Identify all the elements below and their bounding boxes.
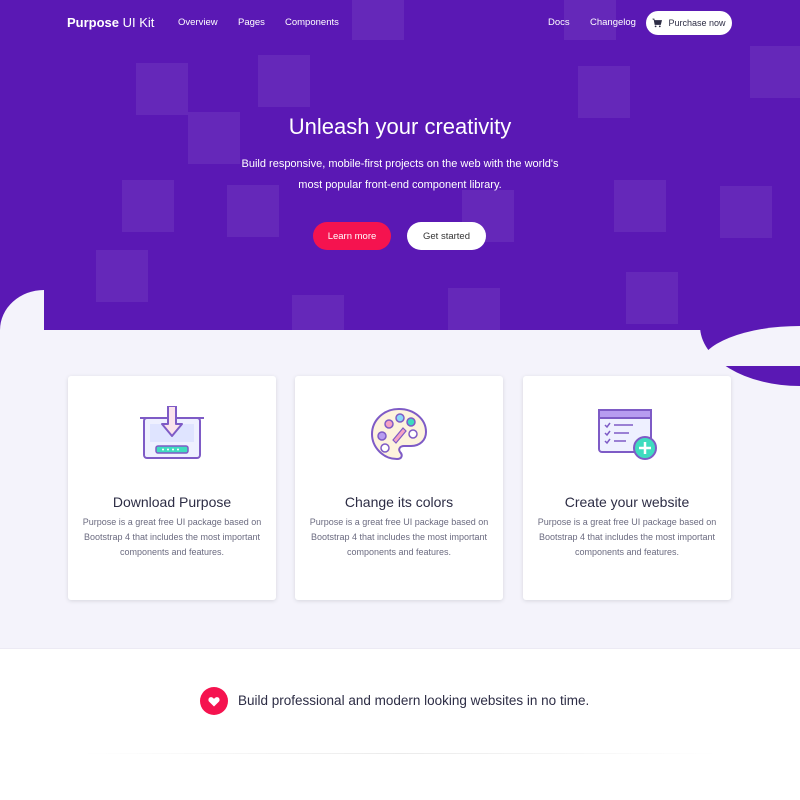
- feature-title: Change its colors: [344, 494, 454, 510]
- decorative-square: [448, 288, 500, 330]
- feature-card-website: Create your website Purpose is a great f…: [523, 376, 731, 600]
- decorative-square: [122, 180, 174, 232]
- hero-title: Unleash your creativity: [288, 114, 512, 139]
- callout-text: Build professional and modern looking we…: [238, 693, 590, 708]
- feature-card-download: Download Purpose Purpose is a great free…: [68, 376, 276, 600]
- purchase-button-label: Purchase now: [668, 18, 726, 28]
- callout-section: Build professional and modern looking we…: [0, 648, 800, 800]
- decorative-square: [578, 66, 630, 118]
- divider: [80, 753, 720, 754]
- nav-link-overview[interactable]: Overview: [178, 17, 218, 28]
- navbar: Purpose UI Kit Overview Pages Components…: [0, 0, 800, 46]
- cart-icon: [652, 18, 663, 28]
- decorative-square: [720, 186, 772, 238]
- feature-title: Create your website: [564, 494, 690, 510]
- get-started-button[interactable]: Get started: [407, 222, 486, 250]
- decorative-square: [136, 63, 188, 115]
- decorative-square: [96, 250, 148, 302]
- nav-link-pages[interactable]: Pages: [238, 17, 265, 28]
- feature-text: Purpose is a great free UI package based…: [309, 517, 489, 557]
- learn-more-button[interactable]: Learn more: [313, 222, 391, 250]
- brand-name: Purpose: [67, 15, 120, 30]
- nav-link-changelog[interactable]: Changelog: [590, 17, 636, 28]
- heart-icon: [200, 687, 228, 715]
- nav-link-components[interactable]: Components: [285, 17, 339, 28]
- hero-section: Purpose UI Kit Overview Pages Components…: [0, 0, 800, 330]
- decorative-square: [292, 295, 344, 330]
- palette-icon: [365, 406, 433, 462]
- website-checklist-icon: [593, 406, 661, 462]
- decorative-square: [614, 180, 666, 232]
- brand-logo[interactable]: Purpose UI Kit: [67, 15, 154, 30]
- nav-link-docs[interactable]: Docs: [548, 17, 570, 28]
- decorative-square: [750, 46, 800, 98]
- purchase-button[interactable]: Purchase now: [646, 11, 732, 35]
- download-icon: [138, 405, 206, 462]
- hero-subtitle: Build responsive, mobile-first projects …: [241, 158, 559, 191]
- decorative-square: [626, 272, 678, 324]
- feature-text: Purpose is a great free UI package based…: [537, 517, 717, 557]
- hero-curve-left: [0, 290, 44, 330]
- brand-suffix: UI Kit: [122, 15, 155, 30]
- feature-text: Purpose is a great free UI package based…: [82, 517, 262, 557]
- decorative-square: [258, 55, 310, 107]
- feature-title: Download Purpose: [112, 494, 232, 510]
- feature-card-colors: Change its colors Purpose is a great fre…: [295, 376, 503, 600]
